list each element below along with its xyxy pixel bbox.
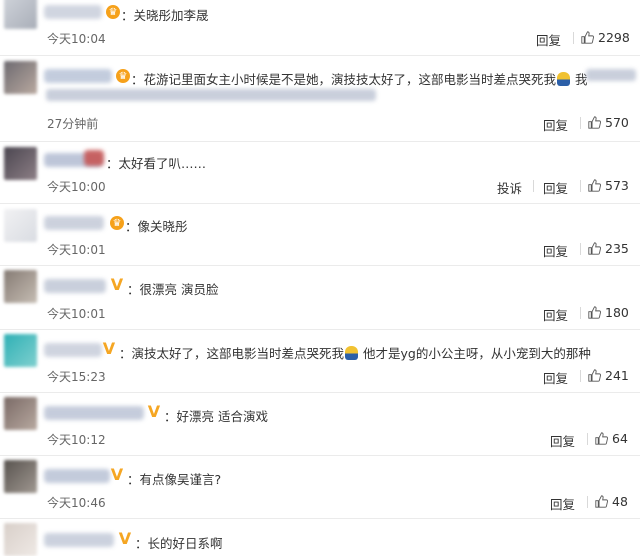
like-count: 64: [612, 431, 628, 446]
like-button[interactable]: 2298: [581, 30, 630, 45]
separator: [0, 203, 640, 204]
like-count: 570: [605, 115, 629, 130]
report-button[interactable]: 投诉: [497, 178, 522, 197]
like-button[interactable]: 64: [595, 431, 628, 446]
username[interactable]: [44, 5, 102, 19]
comment-time: 今天10:01: [47, 243, 106, 257]
thumbs-up-icon: [588, 306, 601, 319]
like-button[interactable]: 573: [588, 178, 629, 193]
username[interactable]: [44, 69, 112, 83]
avatar[interactable]: [4, 397, 37, 430]
username[interactable]: [44, 343, 102, 357]
divider: [580, 180, 581, 192]
avatar[interactable]: [4, 0, 37, 29]
verified-v-icon: V: [147, 401, 161, 421]
avatar[interactable]: [4, 270, 37, 303]
avatar[interactable]: [4, 209, 37, 242]
like-button[interactable]: 48: [595, 494, 628, 509]
verified-v-icon: V: [110, 464, 124, 484]
comment-time: 今天10:46: [47, 496, 106, 510]
thumbs-up-icon: [588, 116, 601, 129]
divider: [573, 32, 574, 44]
comment-text: ：很漂亮 演员脸: [127, 282, 219, 297]
reply-button[interactable]: 回复: [543, 178, 568, 197]
avatar[interactable]: [4, 523, 37, 556]
verified-v-icon: V: [110, 274, 124, 294]
comment-text: ：演技太好了，这部电影当时差点哭死我 他才是yg的小公主呀，从小宠到大的那种: [119, 346, 591, 361]
separator: [0, 141, 640, 142]
comment-text: ：长的好日系啊: [135, 536, 223, 551]
reply-button[interactable]: 回复: [543, 241, 568, 260]
separator: [0, 518, 640, 519]
reply-button[interactable]: 回复: [543, 368, 568, 387]
verified-v-icon: V: [102, 338, 116, 358]
comment-text: ：太好看了叭……: [106, 156, 207, 171]
like-count: 2298: [598, 30, 630, 45]
like-count: 180: [605, 305, 629, 320]
comment-text: ：关晓彤加李晟: [121, 8, 209, 23]
reply-button[interactable]: 回复: [536, 30, 561, 49]
crown-badge-icon: ♛: [110, 216, 124, 230]
reply-button[interactable]: 回复: [550, 494, 575, 513]
comment-time: 今天15:23: [47, 370, 106, 384]
reply-button[interactable]: 回复: [543, 305, 568, 324]
thumbs-up-icon: [581, 31, 594, 44]
comment-list: ♛ ：关晓彤加李晟 今天10:04 回复 2298 ♛ ：花游记里面女主小时候是…: [0, 0, 640, 556]
like-button[interactable]: 570: [588, 115, 629, 130]
like-button[interactable]: 235: [588, 241, 629, 256]
like-button[interactable]: 241: [588, 368, 629, 383]
comment-text: ：花游记里面女主小时候是不是她，演技技太好了，这部电影当时差点哭死我 我: [131, 72, 588, 87]
crown-badge-icon: ♛: [116, 69, 130, 83]
like-count: 573: [605, 178, 629, 193]
divider: [580, 307, 581, 319]
username[interactable]: [44, 406, 144, 420]
comment-time: 今天10:04: [47, 32, 106, 46]
username[interactable]: [44, 469, 110, 483]
username-tag: [84, 150, 104, 166]
comment-time: 今天10:12: [47, 433, 106, 447]
like-count: 48: [612, 494, 628, 509]
divider: [533, 180, 534, 192]
divider: [580, 243, 581, 255]
like-count: 235: [605, 241, 629, 256]
comment-time: 今天10:01: [47, 307, 106, 321]
comment-text: ：像关晓彤: [125, 219, 188, 234]
divider: [587, 433, 588, 445]
username[interactable]: [44, 216, 104, 230]
separator: [0, 392, 640, 393]
thumbs-up-icon: [588, 242, 601, 255]
thumbs-up-icon: [588, 369, 601, 382]
divider: [587, 496, 588, 508]
like-count: 241: [605, 368, 629, 383]
username[interactable]: [44, 279, 106, 293]
separator: [0, 265, 640, 266]
separator: [0, 455, 640, 456]
thumbs-up-icon: [595, 432, 608, 445]
avatar[interactable]: [4, 147, 37, 180]
doge-emoji-icon: [345, 346, 359, 360]
comment-text: ：有点像吴谨言?: [127, 472, 222, 487]
crown-badge-icon: ♛: [106, 5, 120, 19]
verified-v-icon: V: [118, 528, 132, 548]
avatar[interactable]: [4, 61, 37, 94]
username[interactable]: [44, 533, 114, 547]
thumbs-up-icon: [588, 179, 601, 192]
blurred-text: [586, 69, 636, 81]
thumbs-up-icon: [595, 495, 608, 508]
divider: [580, 117, 581, 129]
comment-time: 今天10:00: [47, 180, 106, 194]
separator: [0, 55, 640, 56]
divider: [580, 370, 581, 382]
comment-time: 27分钟前: [47, 117, 99, 131]
separator: [0, 329, 640, 330]
doge-emoji-icon: [557, 72, 571, 86]
avatar[interactable]: [4, 460, 37, 493]
like-button[interactable]: 180: [588, 305, 629, 320]
avatar[interactable]: [4, 334, 37, 367]
comment-text: ：好漂亮 适合演戏: [164, 409, 268, 424]
blurred-text: [46, 89, 376, 101]
reply-button[interactable]: 回复: [550, 431, 575, 450]
reply-button[interactable]: 回复: [543, 115, 568, 134]
